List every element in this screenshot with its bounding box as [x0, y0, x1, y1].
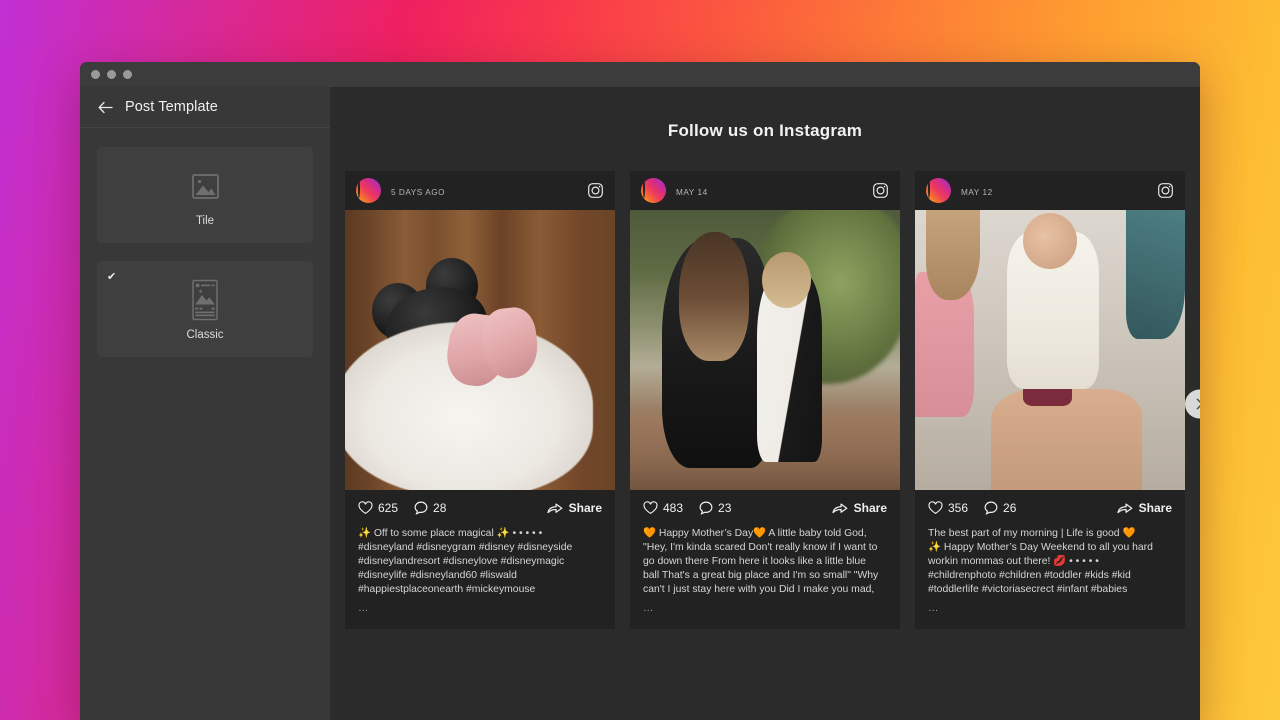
caption-line: can't I just stay here with you Did I ma… — [643, 583, 875, 595]
caption-line: #disneylandresort #disneylove #disneymag… — [358, 555, 565, 567]
instagram-icon[interactable] — [587, 182, 604, 199]
caption-line: #disneylife #disneyland60 #liswald — [358, 569, 517, 581]
share-label: Share — [853, 501, 887, 515]
caption-ellipsis[interactable]: … — [643, 602, 887, 616]
post-date: 5 DAYS AGO — [391, 187, 446, 197]
post-stats: 483 23 Share — [643, 501, 887, 515]
post-caption: ✨ Off to some place magical ✨ • • • • • … — [358, 527, 602, 615]
comment-count: 23 — [718, 501, 732, 515]
app-window: Post Template Tile ✔ Classic Follow us o… — [80, 62, 1200, 720]
post-header: MAY 12 — [915, 171, 1185, 210]
caption-ellipsis[interactable]: … — [928, 602, 1172, 616]
like-button[interactable]: 356 — [928, 501, 968, 515]
post-caption: 🧡 Happy Mother’s Day🧡 A little baby told… — [643, 527, 887, 615]
instagram-feed: 5 DAYS AGO 625 28 Share ✨ Off to some pl… — [330, 171, 1200, 630]
comment-icon — [414, 501, 428, 515]
share-button[interactable]: Share — [1117, 501, 1172, 515]
image-placeholder-icon — [189, 163, 222, 209]
like-count: 625 — [378, 501, 399, 515]
window-titlebar — [80, 62, 1200, 87]
share-icon — [1117, 503, 1133, 514]
post-stats: 356 26 Share — [928, 501, 1172, 515]
caption-line: ✨ Off to some place magical ✨ • • • • • — [358, 528, 543, 539]
post-image[interactable] — [630, 210, 900, 490]
window-body: Post Template Tile ✔ Classic Follow us o… — [80, 87, 1200, 720]
caption-line: "Hey, I'm kinda scared Don't really know… — [643, 541, 878, 553]
share-button[interactable]: Share — [547, 501, 602, 515]
sidebar: Post Template Tile ✔ Classic — [80, 87, 330, 720]
caption-line: #toddlerlife #victoriasecrect #infant #b… — [928, 583, 1128, 595]
caption-line: go down there From here it looks like a … — [643, 555, 866, 567]
instagram-icon[interactable] — [872, 182, 889, 199]
post-header: 5 DAYS AGO — [345, 171, 615, 210]
comment-button[interactable]: 28 — [414, 501, 446, 515]
avatar[interactable] — [926, 178, 951, 203]
post-author-meta: MAY 12 — [961, 182, 1147, 200]
caption-line: #disneyland #disneygram #disney #disneys… — [358, 541, 573, 553]
post-card: MAY 12 356 26 Share The best part of my … — [915, 171, 1185, 630]
template-option-tile[interactable]: Tile — [97, 147, 313, 243]
post-author-meta: MAY 14 — [676, 182, 862, 200]
caption-line: The best part of my morning | Life is go… — [928, 528, 1136, 539]
post-caption: The best part of my morning | Life is go… — [928, 527, 1172, 615]
page-title: Post Template — [125, 99, 218, 115]
instagram-icon[interactable] — [1157, 182, 1174, 199]
arrow-left-icon[interactable] — [98, 100, 113, 115]
post-card: 5 DAYS AGO 625 28 Share ✨ Off to some pl… — [345, 171, 615, 630]
post-image[interactable]: Harper — [345, 210, 615, 490]
post-card: MAY 14 483 23 Share 🧡 Happy Mother’s Day… — [630, 171, 900, 630]
comment-button[interactable]: 23 — [699, 501, 731, 515]
post-footer: 625 28 Share ✨ Off to some place magical… — [345, 490, 615, 629]
comment-icon — [699, 501, 713, 515]
heart-icon — [358, 501, 373, 514]
avatar[interactable] — [641, 178, 666, 203]
template-label-classic: Classic — [186, 329, 224, 341]
comment-icon — [984, 501, 998, 515]
caption-line: workin mommas out there! 💋 • • • • • — [928, 555, 1099, 567]
post-footer: 483 23 Share 🧡 Happy Mother’s Day🧡 A lit… — [630, 490, 900, 629]
share-label: Share — [1138, 501, 1172, 515]
caption-line: #happiestplaceonearth #mickeymouse — [358, 583, 536, 595]
caption-line: ✨ Happy Mother’s Day Weekend to all you … — [928, 541, 1153, 553]
maximize-button[interactable] — [123, 70, 132, 79]
post-image[interactable] — [915, 210, 1185, 490]
template-label-tile: Tile — [195, 215, 215, 227]
check-icon: ✔ — [107, 271, 117, 283]
comment-button[interactable]: 26 — [984, 501, 1016, 515]
post-header: MAY 14 — [630, 171, 900, 210]
post-author-meta: 5 DAYS AGO — [391, 182, 577, 200]
minimize-button[interactable] — [107, 70, 116, 79]
feed-heading: Follow us on Instagram — [667, 121, 863, 140]
post-card-icon — [191, 277, 219, 323]
post-date: MAY 12 — [961, 187, 993, 197]
like-count: 356 — [948, 501, 969, 515]
like-count: 483 — [663, 501, 684, 515]
caption-line: ball That's a great big place and I'm so… — [643, 569, 879, 581]
comment-count: 26 — [1003, 501, 1017, 515]
caption-ellipsis[interactable]: … — [358, 602, 602, 616]
heart-icon — [928, 501, 943, 514]
caption-line: 🧡 Happy Mother’s Day🧡 A little baby told… — [643, 528, 867, 539]
caption-line: #childrenphoto #children #toddler #kids … — [928, 569, 1131, 581]
template-option-classic[interactable]: ✔ Classic — [97, 261, 313, 357]
share-label: Share — [568, 501, 602, 515]
share-icon — [547, 503, 563, 514]
share-icon — [832, 503, 848, 514]
template-list: Tile ✔ Classic — [80, 128, 330, 375]
like-button[interactable]: 625 — [358, 501, 398, 515]
desktop-background: Post Template Tile ✔ Classic Follow us o… — [0, 0, 1280, 720]
post-stats: 625 28 Share — [358, 501, 602, 515]
avatar[interactable] — [356, 178, 381, 203]
heart-icon — [643, 501, 658, 514]
post-date: MAY 14 — [676, 187, 708, 197]
post-footer: 356 26 Share The best part of my morning… — [915, 490, 1185, 629]
like-button[interactable]: 483 — [643, 501, 683, 515]
share-button[interactable]: Share — [832, 501, 887, 515]
main-panel: Follow us on Instagram 5 DAYS AGO 625 28… — [330, 87, 1200, 720]
close-button[interactable] — [91, 70, 100, 79]
sidebar-header: Post Template — [80, 87, 330, 128]
comment-count: 28 — [433, 501, 447, 515]
